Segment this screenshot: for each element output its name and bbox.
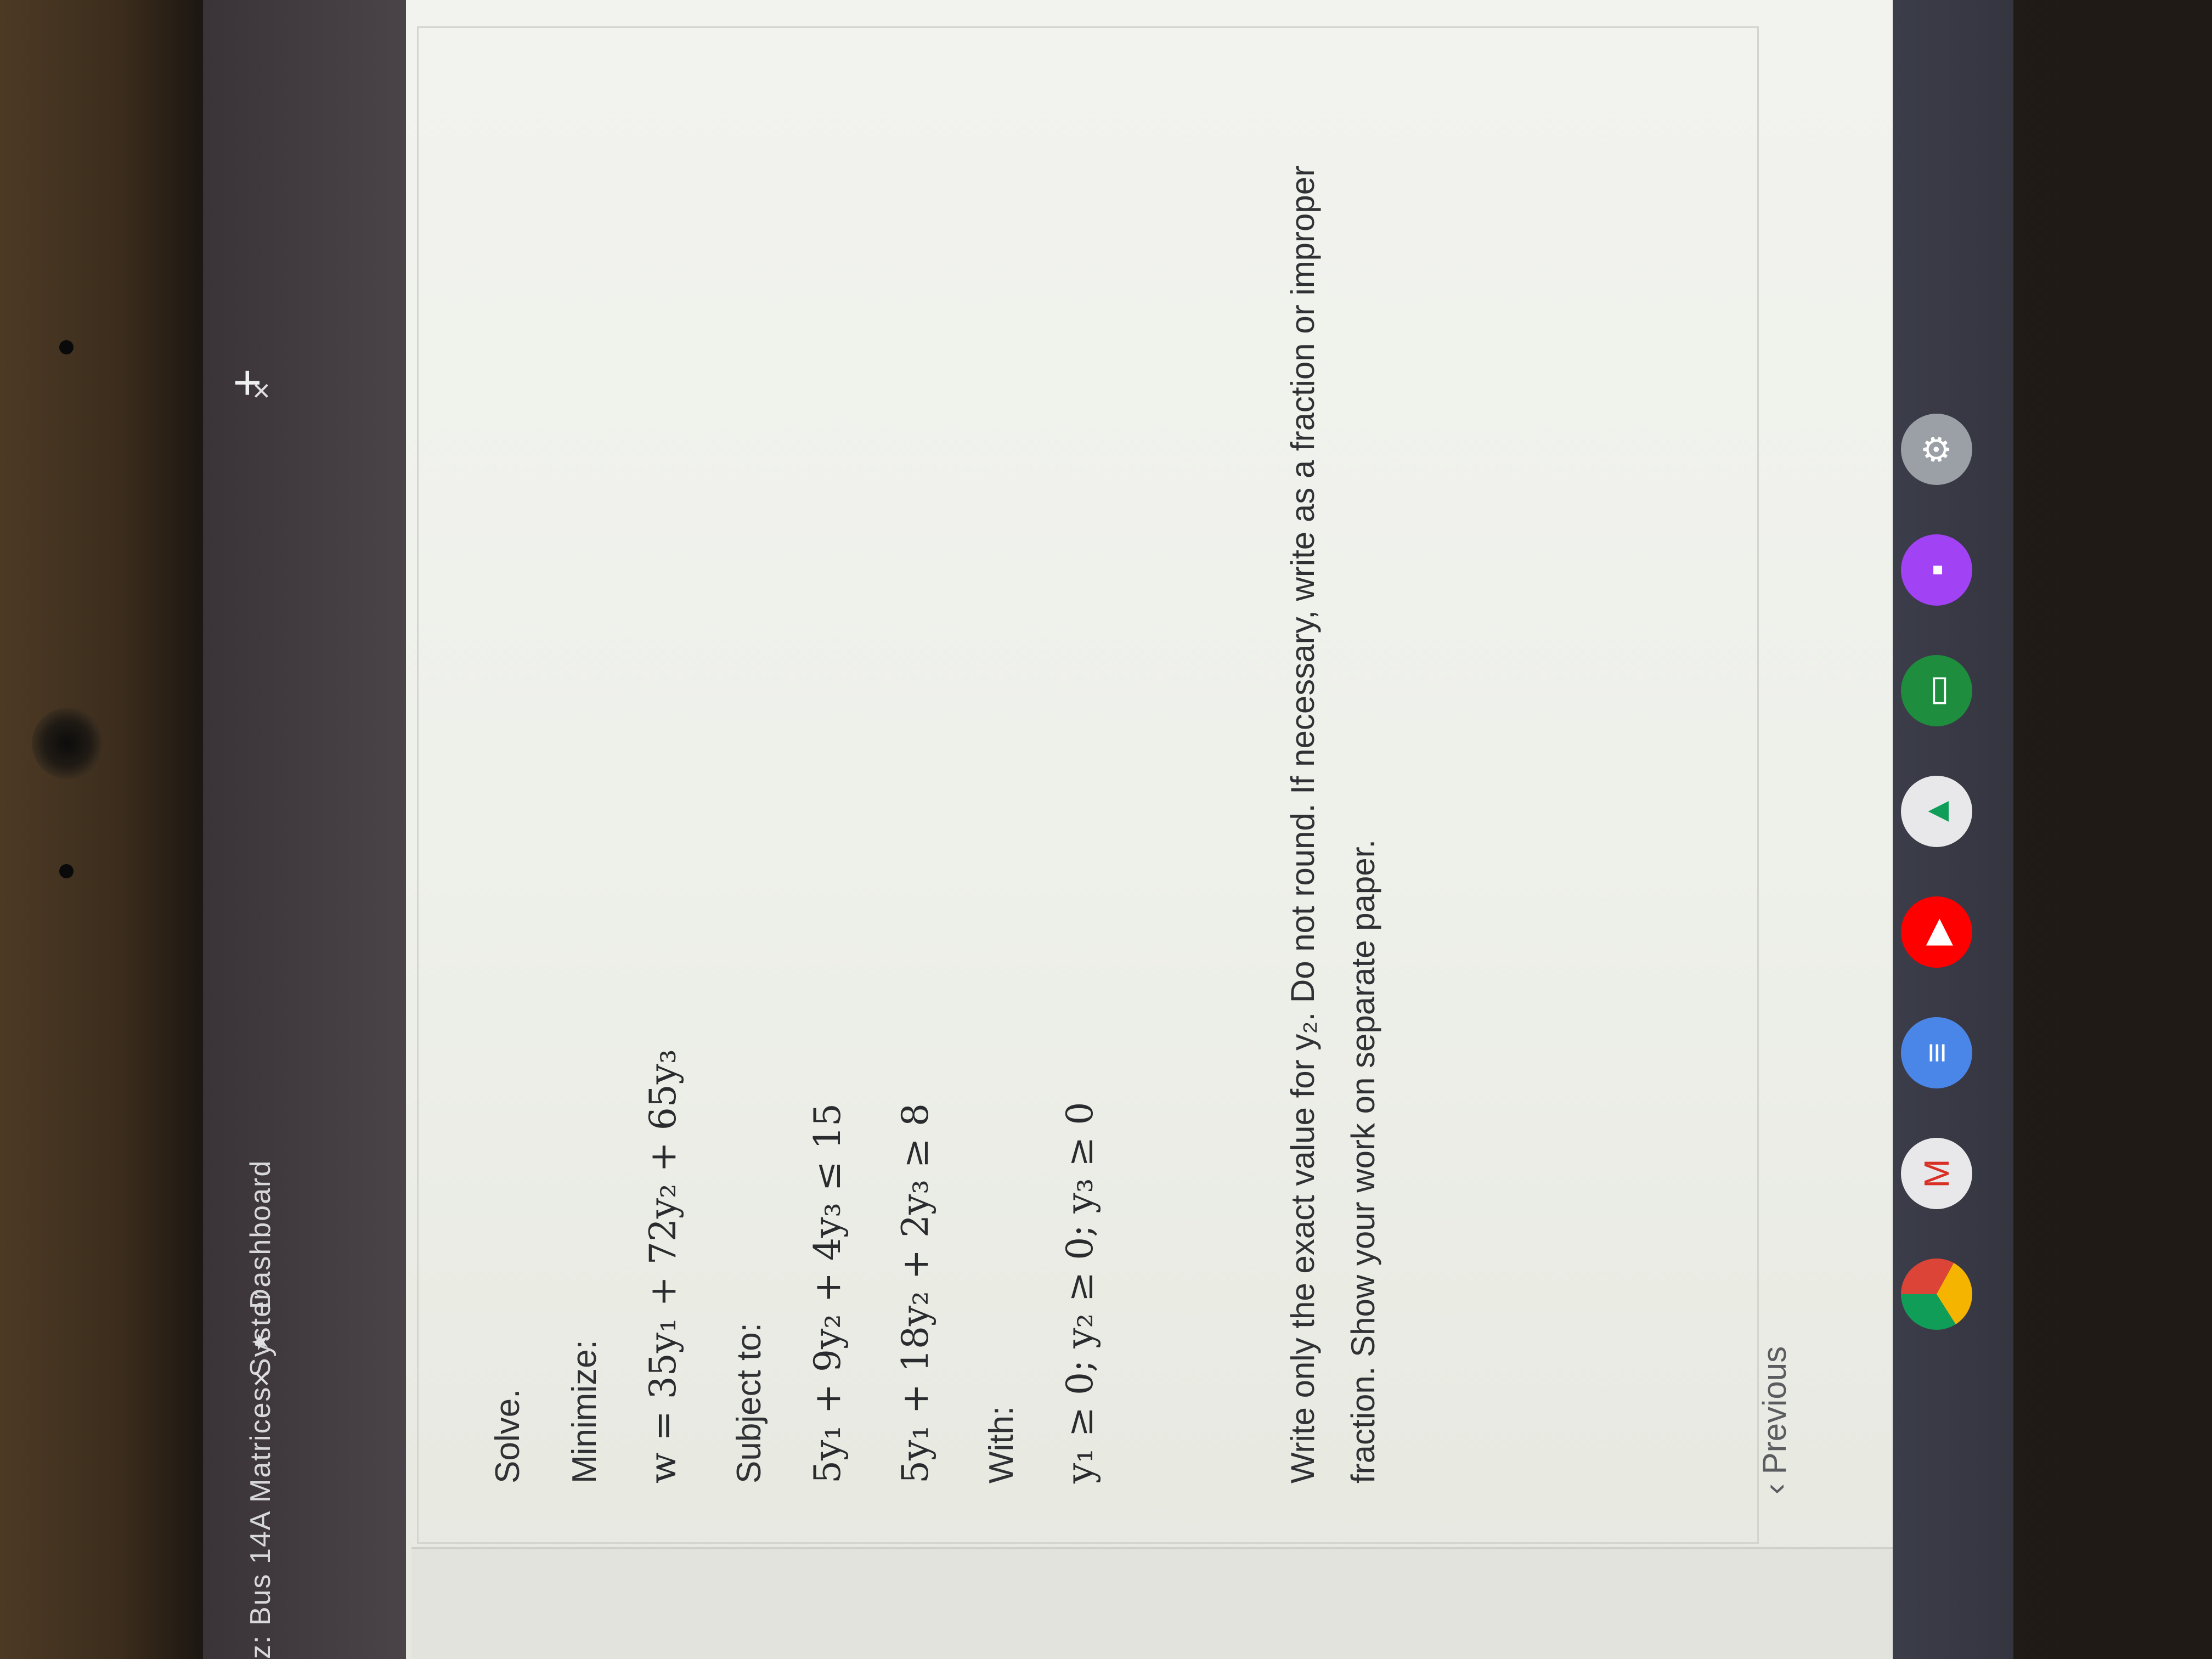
tab-matrices[interactable]: z: Bus 14A Matrices Syster × [225,1290,296,1659]
drive-icon[interactable]: ▲ [1901,776,1972,847]
docs-icon[interactable]: ≡ [1901,1017,1972,1088]
objective-function: w = 35y₁ + 72y₂ + 65y₃ [642,1049,684,1483]
star-icon: ★ [249,1331,273,1352]
laptop-bezel [0,0,203,1659]
tab-label: Dashboard [245,1159,276,1310]
bezel-sensor [59,340,74,354]
previous-label: Previous [1756,1346,1793,1475]
chevron-left-icon: ‹ [1756,1474,1793,1494]
minimize-label: Minimize: [566,1340,603,1483]
nonnegativity-constraints: y₁ ≥ 0; y₂ ≥ 0; y₃ ≥ 0 [1059,1102,1101,1483]
photos-icon[interactable]: ▪ [1901,534,1972,606]
question-intro: Solve. [489,1389,527,1483]
youtube-icon[interactable]: ▶ [1901,896,1972,968]
previous-button[interactable]: ‹ Previous [1756,1346,1793,1494]
browser-tab-strip: z: Bus 14A Matrices Syster × ★ Dashboard… [203,0,406,1659]
subject-to-label: Subject to: [730,1323,768,1483]
tab-dashboard[interactable]: ★ Dashboard × [225,364,296,1352]
webcam-icon [32,708,103,779]
close-icon[interactable]: × [243,1368,279,1387]
gmail-icon[interactable]: M [1901,1138,1972,1209]
settings-icon[interactable]: ⚙ [1901,414,1972,485]
answer-instructions: Write only the exact value for y₂. Do no… [1284,165,1381,1483]
classroom-icon[interactable]: ▭ [1901,655,1972,726]
with-label: With: [983,1406,1020,1483]
new-tab-button[interactable]: + [219,368,276,397]
constraint-1: 5y₁ + 9y₂ + 4y₃ ≤ 15 [806,1103,849,1483]
bezel-sensor [59,864,74,878]
page-left-strip [411,1547,2002,1659]
screen: z: Bus 14A Matrices Syster × ★ Dashboard… [203,0,2013,1659]
chrome-icon[interactable] [1901,1259,1972,1330]
constraint-2: 5y₁ + 18y₂ + 2y₃ ≥ 8 [894,1103,936,1483]
